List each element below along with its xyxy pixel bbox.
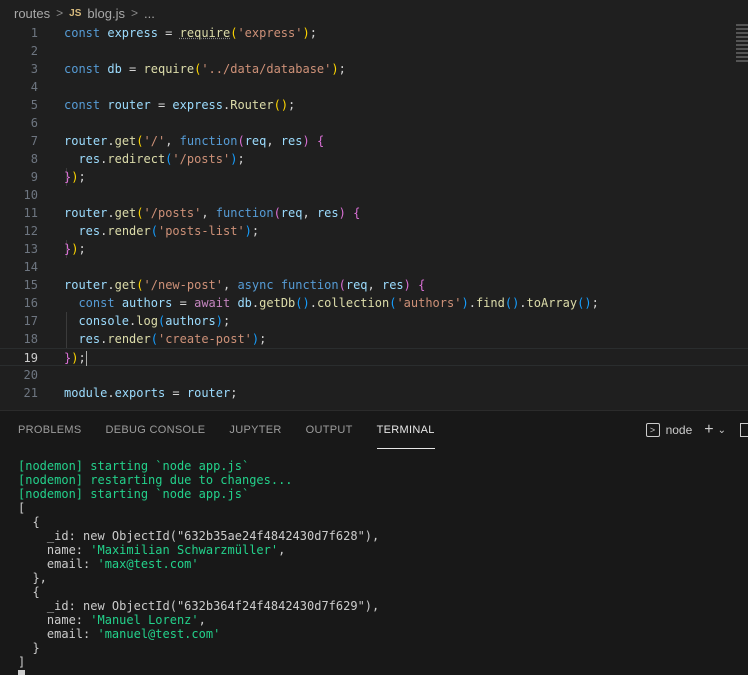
code-line: 1 const express = require('express');: [30, 26, 317, 40]
chevron-right-icon: >: [56, 6, 64, 20]
bottom-panel: PROBLEMS DEBUG CONSOLE JUPYTER OUTPUT TE…: [0, 410, 748, 675]
code-editor[interactable]: 1 const express = require('express'); 2 3…: [0, 24, 748, 410]
terminal-line: [: [18, 501, 26, 515]
tab-terminal[interactable]: TERMINAL: [376, 411, 435, 449]
terminal-output[interactable]: [nodemon] starting `node app.js` [nodemon…: [18, 459, 379, 675]
terminal-line: [nodemon] restarting due to changes...: [18, 473, 293, 487]
tab-debug-console[interactable]: DEBUG CONSOLE: [106, 411, 206, 449]
code-line: 4: [30, 80, 38, 94]
javascript-file-icon: JS: [69, 7, 82, 19]
tab-problems[interactable]: PROBLEMS: [18, 411, 82, 449]
code-line: 7 router.get('/', function(req, res) {: [30, 134, 325, 148]
breadcrumb: routes > JS blog.js > ...: [0, 0, 748, 26]
terminal-line: [nodemon] starting `node app.js`: [18, 487, 250, 501]
chevron-right-icon: >: [130, 6, 138, 20]
split-terminal-icon[interactable]: [740, 423, 748, 437]
terminal-line: }: [32, 641, 40, 655]
chevron-down-icon[interactable]: ⌄: [718, 425, 726, 436]
text-cursor: [85, 351, 87, 366]
code-line: 2: [30, 44, 38, 58]
code-line: 12 res.render('posts-list');: [23, 224, 260, 238]
code-line: 3 const db = require('../data/database');: [30, 62, 346, 76]
code-line: 6: [30, 116, 38, 130]
breadcrumb-folder[interactable]: routes: [14, 6, 50, 21]
terminal-actions: > node + ⌄: [645, 411, 748, 449]
terminal-line: [nodemon] starting `node app.js`: [18, 459, 250, 473]
code-line: 20: [23, 368, 38, 382]
code-line: 8 res.redirect('/posts');: [30, 152, 245, 166]
breadcrumb-more[interactable]: ...: [144, 6, 155, 21]
code-line: 21 module.exports = router;: [23, 386, 238, 400]
tab-output[interactable]: OUTPUT: [306, 411, 353, 449]
code-line: 18 res.render('create-post');: [23, 332, 267, 346]
code-line: 16 const authors = await db.getDb().coll…: [23, 296, 599, 310]
terminal-shell-selector[interactable]: node: [666, 423, 693, 437]
terminal-line: ]: [18, 655, 26, 669]
terminal-icon: >: [645, 423, 660, 437]
code-line: 9});: [30, 170, 86, 184]
code-line: 17 console.log(authors);: [23, 314, 231, 328]
terminal-line: },: [32, 571, 47, 585]
panel-tabs: PROBLEMS DEBUG CONSOLE JUPYTER OUTPUT TE…: [0, 411, 748, 449]
terminal-line: {: [32, 515, 40, 529]
tab-jupyter[interactable]: JUPYTER: [229, 411, 281, 449]
terminal-line: _id: new ObjectId("632b35ae24f4842430d7f…: [46, 529, 380, 543]
add-terminal-button[interactable]: +: [704, 421, 713, 439]
code-line: 11 router.get('/posts', function(req, res…: [23, 206, 361, 220]
code-line: 15 router.get('/new-post', async function…: [23, 278, 426, 292]
code-line: 5 const router = express.Router();: [30, 98, 296, 112]
code-line-current: 19});: [0, 348, 748, 366]
terminal-cursor: [18, 670, 25, 675]
terminal-line: email: 'max@test.com': [46, 557, 199, 571]
terminal-line: {: [32, 585, 40, 599]
terminal-line: [18, 669, 379, 675]
terminal-line: name: 'Manuel Lorenz',: [46, 613, 206, 627]
breadcrumb-file[interactable]: blog.js: [87, 6, 125, 21]
terminal-line: name: 'Maximilian Schwarzmüller',: [46, 543, 286, 557]
terminal-line: _id: new ObjectId("632b364f24f4842430d7f…: [46, 599, 380, 613]
code-line: 14: [23, 260, 38, 274]
terminal-line: email: 'manuel@test.com': [46, 627, 221, 641]
code-line: 13});: [23, 242, 86, 256]
minimap[interactable]: [736, 24, 748, 84]
code-line: 10: [23, 188, 38, 202]
